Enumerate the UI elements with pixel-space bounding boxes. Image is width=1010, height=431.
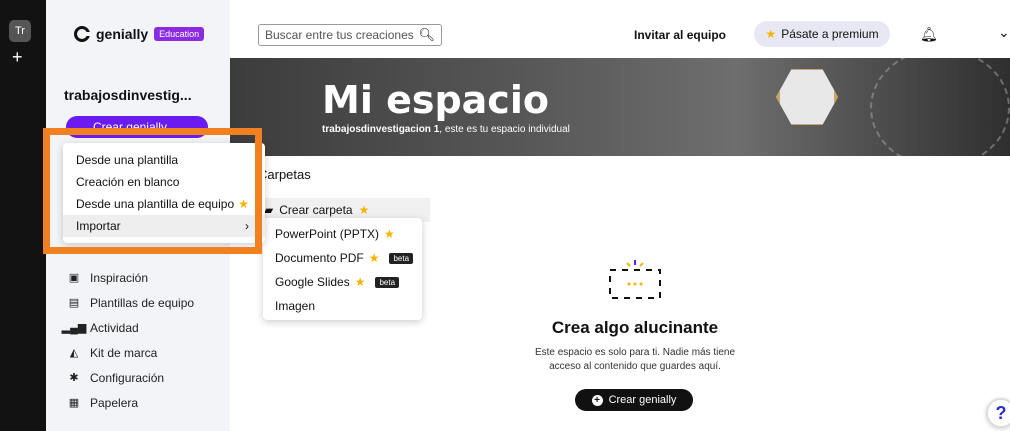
- premium-label: Pásate a premium: [781, 27, 879, 41]
- chevron-right-icon: ›: [245, 219, 249, 233]
- hero-username: trabajosdinvestigacion 1: [322, 124, 440, 135]
- hero-banner: Mi espacio trabajosdinvestigacion 1, est…: [230, 58, 1010, 156]
- activity-icon: ▂▄▆: [61, 322, 87, 334]
- menu-item-label: Desde una plantilla: [76, 153, 179, 167]
- genially-logo-icon: [74, 26, 90, 42]
- menu-item-label: Documento PDF: [275, 251, 364, 265]
- search-placeholder: Buscar entre tus creaciones: [265, 28, 414, 42]
- menu-item-label: Desde una plantilla de equipo: [76, 197, 235, 211]
- folders-heading: Carpetas: [258, 167, 311, 182]
- beta-badge: beta: [389, 252, 414, 264]
- top-bar: Buscar entre tus creaciones 🔍︎ Invitar a…: [230, 0, 1010, 58]
- empty-create-label: Crear genially: [608, 394, 677, 406]
- add-workspace-icon[interactable]: +: [12, 48, 23, 66]
- sidebar-item-papelera[interactable]: ▦ Papelera: [68, 390, 194, 415]
- create-dropdown-menu: Desde una plantilla Creación en blanco D…: [63, 143, 265, 243]
- create-folder-label: Crear carpeta: [279, 203, 353, 217]
- star-icon: ★: [765, 27, 777, 41]
- team-templates-icon: ▤: [68, 297, 80, 309]
- hexagon-shelf-decoration: [776, 69, 838, 125]
- genially-logo[interactable]: genially Education: [74, 26, 205, 42]
- hero-subtitle: trabajosdinvestigacion 1, este es tu esp…: [322, 124, 570, 135]
- menu-item-pptx[interactable]: PowerPoint (PPTX) ★: [263, 222, 422, 246]
- logo-name: genially: [96, 26, 149, 42]
- plus-circle-icon: +: [591, 394, 603, 406]
- sidebar-item-kit-marca[interactable]: ◭ Kit de marca: [68, 340, 194, 365]
- page-title: Mi espacio: [322, 78, 549, 122]
- menu-item-google-slides[interactable]: Google Slides ★ beta: [263, 270, 422, 294]
- menu-item-label: PowerPoint (PPTX): [275, 227, 380, 241]
- empty-desc-line2: acceso al contenido que guardes aquí.: [549, 361, 721, 372]
- menu-item-creacion-blanco[interactable]: Creación en blanco: [63, 171, 265, 193]
- empty-state-description: Este espacio es solo para ti. Nadie más …: [488, 346, 782, 374]
- menu-item-imagen[interactable]: Imagen: [263, 294, 422, 318]
- star-icon: ★: [358, 203, 370, 217]
- menu-item-pdf[interactable]: Documento PDF ★ beta: [263, 246, 422, 270]
- sidebar-item-label: Inspiración: [90, 270, 149, 285]
- menu-item-desde-plantilla[interactable]: Desde una plantilla: [63, 149, 265, 171]
- sidebar-item-label: Plantillas de equipo: [90, 295, 195, 310]
- star-icon: ★: [238, 197, 249, 211]
- search-input[interactable]: Buscar entre tus creaciones 🔍︎: [258, 24, 442, 46]
- sidebar-item-label: Actividad: [90, 320, 139, 335]
- brand-kit-icon: ◭: [69, 347, 79, 359]
- sidebar-item-actividad[interactable]: ▂▄▆ Actividad: [61, 315, 194, 340]
- empty-create-genially-button[interactable]: + Crear genially: [575, 389, 693, 411]
- workspace-name: trabajosdinvestig...: [64, 87, 192, 103]
- menu-item-label: Creación en blanco: [76, 175, 180, 189]
- hero-subtitle-rest: , este es tu espacio individual: [439, 124, 570, 135]
- help-button[interactable]: ?: [986, 398, 1010, 428]
- chevron-down-icon[interactable]: ⌄: [998, 24, 1010, 41]
- empty-state-title: Crea algo alucinante: [551, 318, 719, 337]
- invite-team-button[interactable]: Invitar al equipo: [634, 28, 726, 42]
- search-icon[interactable]: 🔍︎: [418, 27, 435, 43]
- beta-badge: beta: [375, 276, 400, 288]
- menu-item-label: Importar: [76, 219, 121, 233]
- inspiration-icon: ▣: [68, 272, 80, 284]
- menu-item-importar[interactable]: Importar ›: [63, 215, 265, 237]
- bell-icon[interactable]: 🔔︎: [920, 26, 938, 43]
- sidebar-item-plantillas-equipo[interactable]: ▤ Plantillas de equipo: [68, 290, 194, 315]
- star-icon: ★: [368, 251, 380, 265]
- sidebar-item-label: Configuración: [90, 370, 165, 385]
- education-badge: Education: [154, 27, 205, 41]
- import-submenu: PowerPoint (PPTX) ★ Documento PDF ★ beta…: [263, 218, 422, 320]
- sidebar-item-inspiracion[interactable]: ▣ Inspiración: [68, 265, 194, 290]
- menu-item-label: Imagen: [275, 299, 316, 313]
- empty-desc-line1: Este espacio es solo para ti. Nadie más …: [534, 347, 736, 358]
- workspace-avatar[interactable]: Tr: [9, 20, 31, 42]
- folder-plus-icon: ▰: [264, 203, 274, 217]
- star-icon: ★: [384, 227, 395, 241]
- sidebar-item-label: Kit de marca: [90, 345, 158, 360]
- gear-icon: ✱: [69, 372, 79, 384]
- star-icon: ★: [354, 275, 366, 289]
- create-genially-button[interactable]: Crear genially ⌄: [66, 116, 208, 138]
- left-rail: Tr +: [0, 0, 46, 431]
- create-genially-label: Crear genially: [92, 120, 167, 134]
- sidebar-item-label: Papelera: [90, 395, 139, 410]
- trash-icon: ▦: [68, 397, 80, 409]
- leaves-decoration: [870, 58, 1010, 156]
- menu-item-plantilla-equipo[interactable]: Desde una plantilla de equipo ★: [63, 193, 265, 215]
- sidebar-item-configuracion[interactable]: ✱ Configuración: [68, 365, 194, 390]
- menu-item-label: Google Slides: [275, 275, 350, 289]
- sidebar-nav: ▣ Inspiración ▤ Plantillas de equipo ▂▄▆…: [61, 265, 194, 415]
- premium-button[interactable]: ★ Pásate a premium: [754, 21, 890, 47]
- chevron-down-icon: ⌄: [170, 120, 182, 134]
- empty-box-illustration: [609, 260, 661, 299]
